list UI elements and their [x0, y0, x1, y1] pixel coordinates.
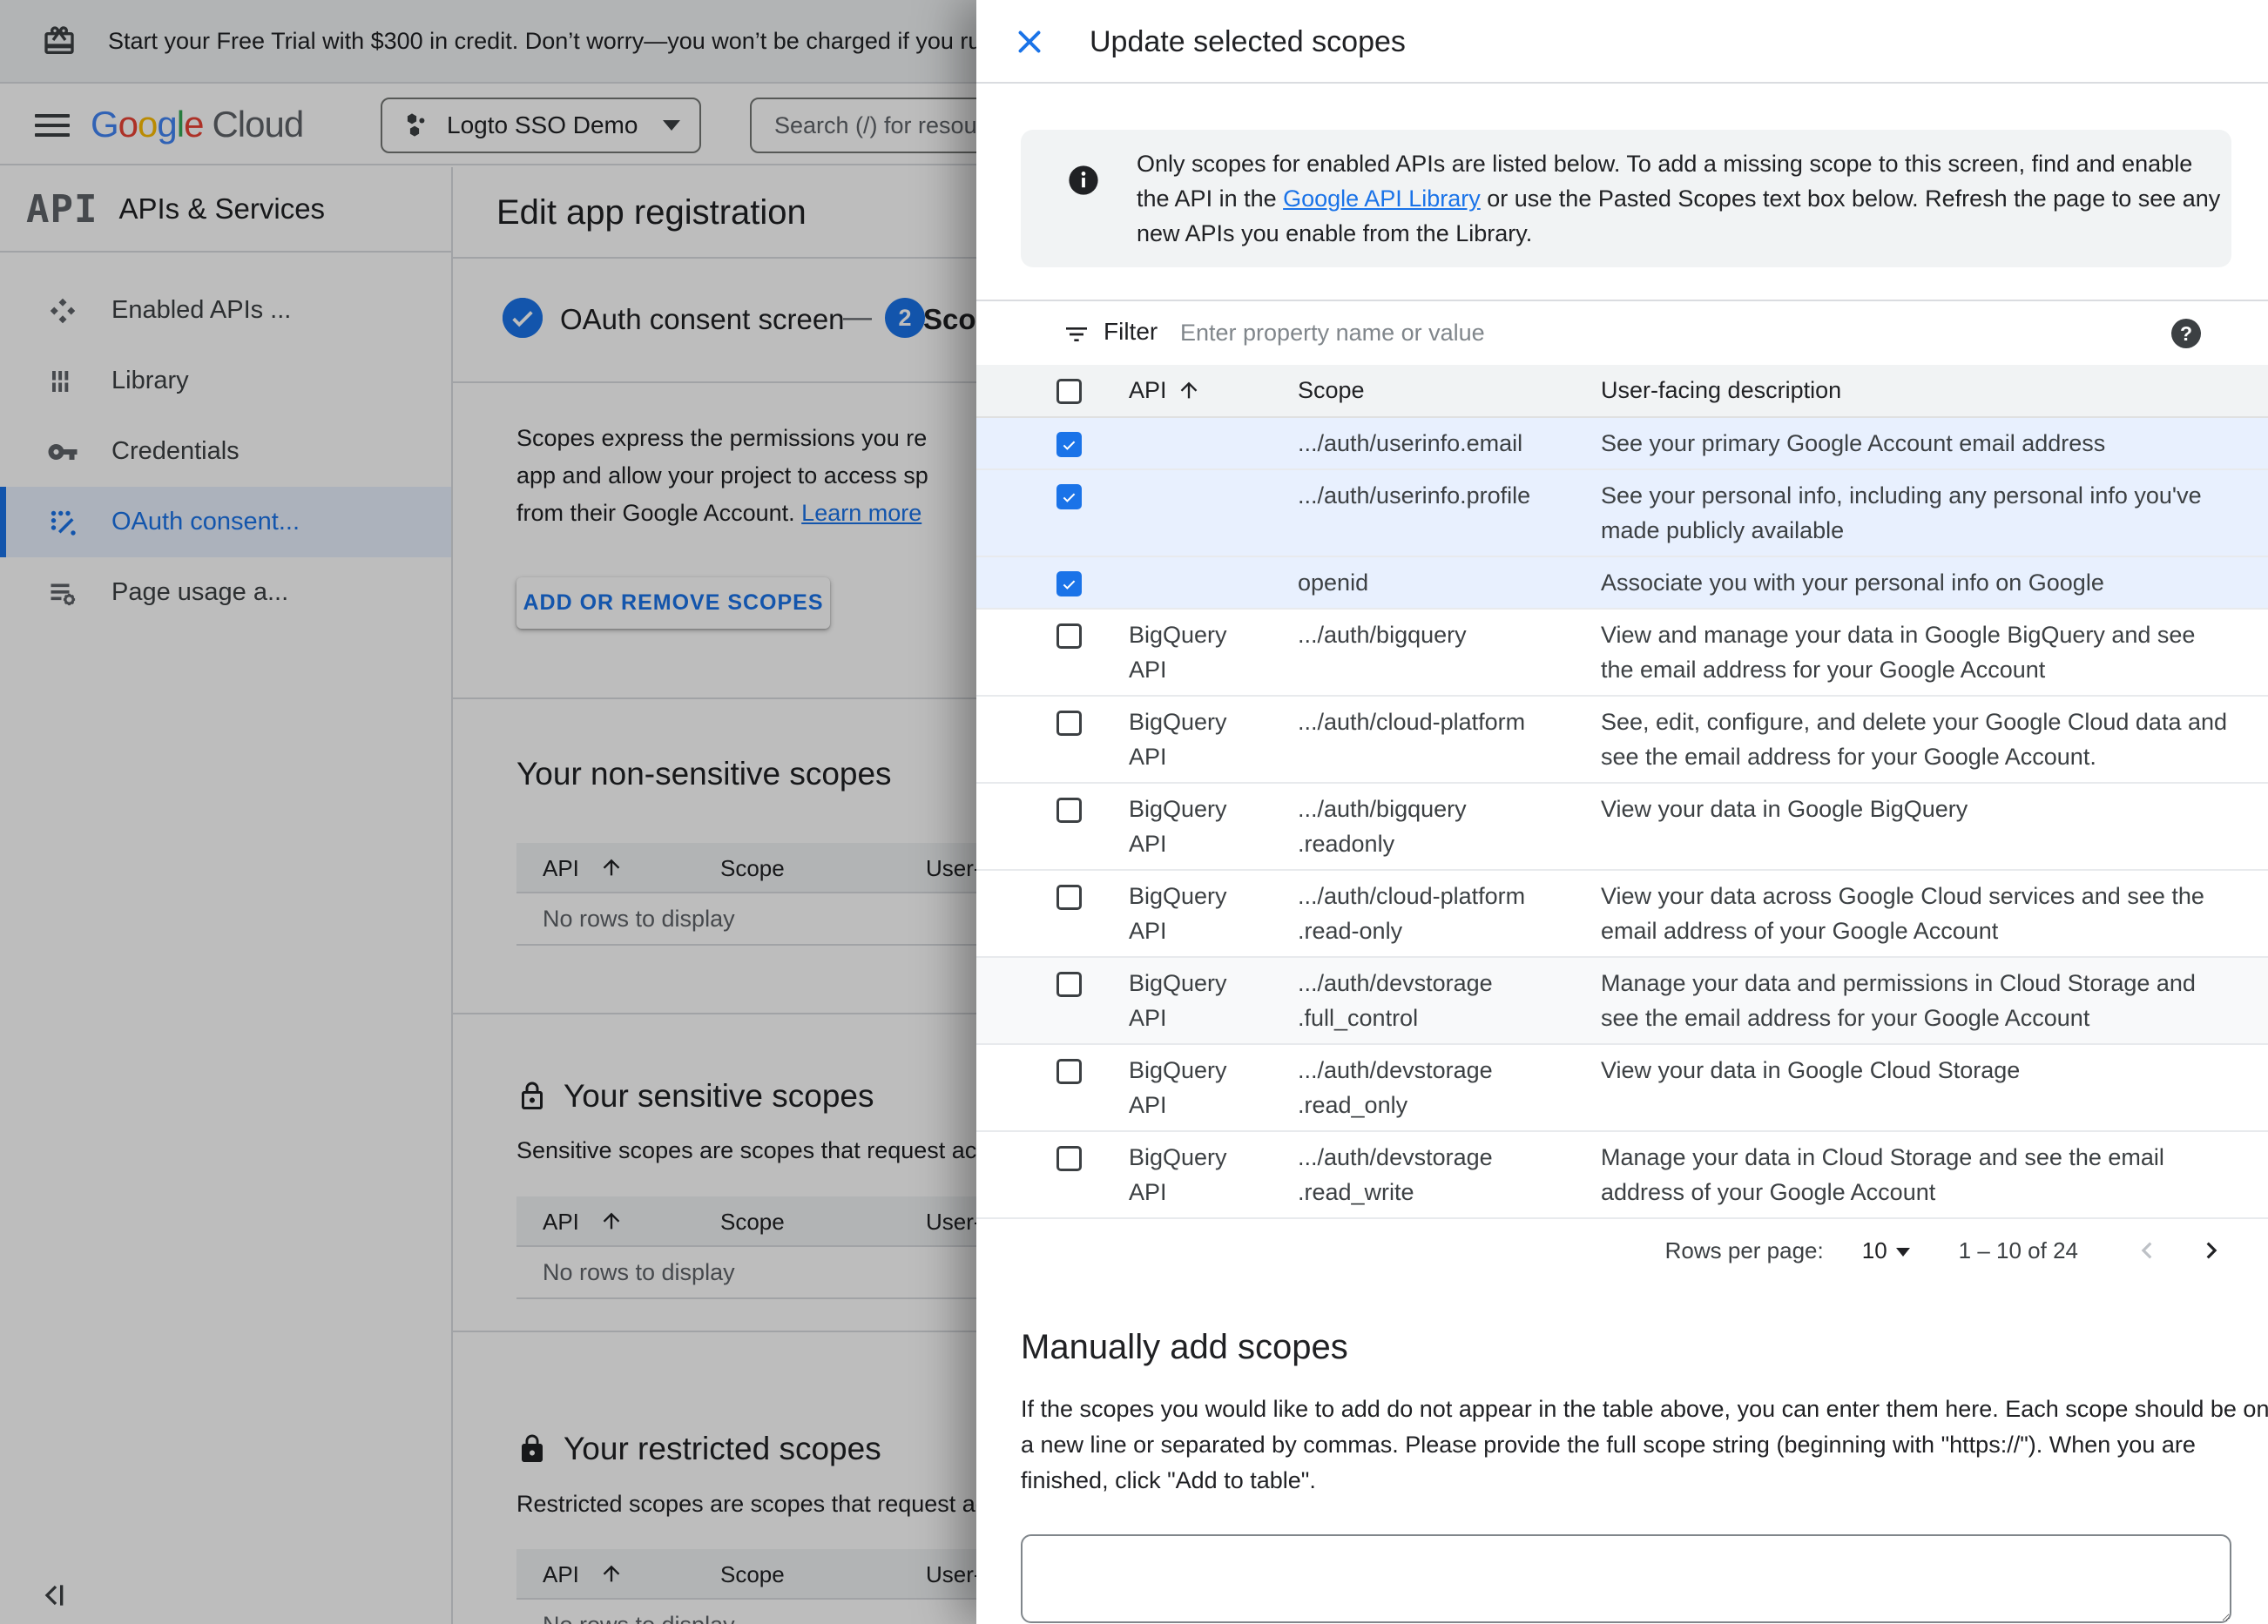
help-icon[interactable]: ?	[2171, 319, 2201, 348]
api-cell: BigQuery API	[1129, 883, 1227, 944]
manually-add-scopes-description: If the scopes you would like to add do n…	[1021, 1396, 2268, 1493]
scope-cell: .../auth/userinfo.email	[1298, 430, 1523, 456]
col-api: API	[1129, 377, 1167, 403]
scope-row[interactable]: openid Associate you with your personal i…	[976, 557, 2268, 610]
scope-row[interactable]: BigQuery API .../auth/cloud-platform .rea…	[976, 871, 2268, 958]
scope-cell: .../auth/cloud-platform .read-only	[1298, 883, 1526, 944]
scope-checkbox-checked[interactable]	[1056, 571, 1082, 596]
info-line3: new APIs you enable from the Library.	[1137, 220, 1533, 246]
screen: Start your Free Trial with $300 in credi…	[0, 0, 2268, 1624]
scope-cell: .../auth/devstorage .read_write	[1298, 1144, 1493, 1205]
scope-checkbox-unchecked[interactable]	[1056, 1059, 1082, 1084]
api-cell: BigQuery API	[1129, 796, 1227, 857]
col-scope: Scope	[1298, 377, 1365, 403]
scopes-table-header: API Scope User-facing description	[976, 365, 2268, 418]
filter-input[interactable]	[1178, 308, 2049, 357]
scope-row[interactable]: BigQuery API .../auth/bigquery View and ma…	[976, 610, 2268, 697]
chevron-down-icon	[1895, 1248, 1910, 1257]
update-scopes-panel: Update selected scopes Only scopes for e…	[976, 0, 2268, 1624]
panel-title: Update selected scopes	[1090, 24, 1406, 58]
info-icon	[1069, 165, 1098, 195]
previous-page-icon[interactable]	[2130, 1234, 2163, 1267]
scope-checkbox-unchecked[interactable]	[1056, 972, 1082, 997]
scope-cell: openid	[1298, 569, 1369, 596]
scope-row[interactable]: BigQuery API .../auth/bigquery .readonly V…	[976, 784, 2268, 871]
scope-checkbox-unchecked[interactable]	[1056, 711, 1082, 736]
description-cell: See your personal info, including any pe…	[1601, 482, 2202, 543]
description-cell: Associate you with your personal info on…	[1601, 569, 2104, 596]
manual-scopes-textarea[interactable]	[1021, 1534, 2231, 1623]
modal-overlay-scrim[interactable]	[0, 0, 976, 1624]
scope-cell: .../auth/cloud-platform	[1298, 709, 1526, 735]
scope-cell: .../auth/devstorage .read_only	[1298, 1057, 1493, 1118]
close-icon[interactable]	[1014, 26, 1045, 57]
info-banner: Only scopes for enabled APIs are listed …	[1021, 130, 2231, 267]
description-cell: View your data in Google Cloud Storage	[1601, 1057, 2021, 1083]
scope-row[interactable]: .../auth/userinfo.email See your primary …	[976, 418, 2268, 470]
info-text: Only scopes for enabled APIs are listed …	[1137, 151, 2221, 246]
scope-cell: .../auth/bigquery	[1298, 622, 1467, 648]
filter-bar: Filter ?	[976, 300, 2268, 365]
scope-checkbox-unchecked[interactable]	[1056, 798, 1082, 823]
select-all-checkbox[interactable]	[1056, 379, 1082, 404]
pagination-range: 1 – 10 of 24	[1958, 1237, 2078, 1263]
scopes-table-body: .../auth/userinfo.email See your primary …	[976, 418, 2268, 1219]
scope-row[interactable]: BigQuery API .../auth/devstorage .read_on…	[976, 1045, 2268, 1132]
sort-arrow-icon[interactable]	[1177, 377, 1201, 403]
scope-row[interactable]: BigQuery API .../auth/cloud-platform See, …	[976, 697, 2268, 784]
api-cell: BigQuery API	[1129, 1057, 1227, 1118]
description-cell: View your data across Google Cloud servi…	[1601, 883, 2204, 944]
col-description: User-facing description	[1601, 377, 1842, 403]
scope-checkbox-unchecked[interactable]	[1056, 885, 1082, 910]
manually-add-scopes-title: Manually add scopes	[1021, 1328, 1348, 1366]
scope-row[interactable]: .../auth/userinfo.profile See your person…	[976, 470, 2268, 557]
next-page-icon[interactable]	[2195, 1234, 2228, 1267]
filter-label: Filter	[1104, 318, 1158, 345]
scope-checkbox-checked[interactable]	[1056, 484, 1082, 509]
description-cell: See, edit, configure, and delete your Go…	[1601, 709, 2228, 770]
api-cell: BigQuery API	[1129, 970, 1227, 1031]
scope-checkbox-unchecked[interactable]	[1056, 1146, 1082, 1171]
scope-row[interactable]: BigQuery API .../auth/devstorage .full_co…	[976, 958, 2268, 1045]
api-cell: BigQuery API	[1129, 622, 1227, 683]
description-cell: View and manage your data in Google BigQ…	[1601, 622, 2196, 683]
scope-checkbox-checked[interactable]	[1056, 432, 1082, 457]
info-line1: Only scopes for enabled APIs are listed …	[1137, 151, 2193, 177]
description-cell: See your primary Google Account email ad…	[1601, 430, 2106, 456]
rows-per-page-select[interactable]: 10	[1862, 1237, 1910, 1264]
api-cell: BigQuery API	[1129, 1144, 1227, 1205]
panel-header: Update selected scopes	[976, 0, 2268, 84]
scope-checkbox-unchecked[interactable]	[1056, 623, 1082, 649]
pagination-bar: Rows per page: 10 1 – 10 of 24	[976, 1219, 2268, 1282]
description-cell: Manage your data in Cloud Storage and se…	[1601, 1144, 2164, 1205]
google-api-library-link[interactable]: Google API Library	[1283, 185, 1481, 212]
scope-cell: .../auth/devstorage .full_control	[1298, 970, 1493, 1031]
api-cell: BigQuery API	[1129, 709, 1227, 770]
scope-cell: .../auth/bigquery .readonly	[1298, 796, 1467, 857]
rows-per-page-label: Rows per page:	[1664, 1237, 1824, 1263]
scope-row[interactable]: BigQuery API .../auth/devstorage .read_wr…	[976, 1132, 2268, 1219]
info-line2: the API in the	[1137, 185, 1284, 212]
description-cell: Manage your data and permissions in Clou…	[1601, 970, 2196, 1031]
scope-cell: .../auth/userinfo.profile	[1298, 482, 1531, 509]
description-cell: View your data in Google BigQuery	[1601, 796, 1968, 822]
filter-icon	[1066, 327, 1087, 341]
